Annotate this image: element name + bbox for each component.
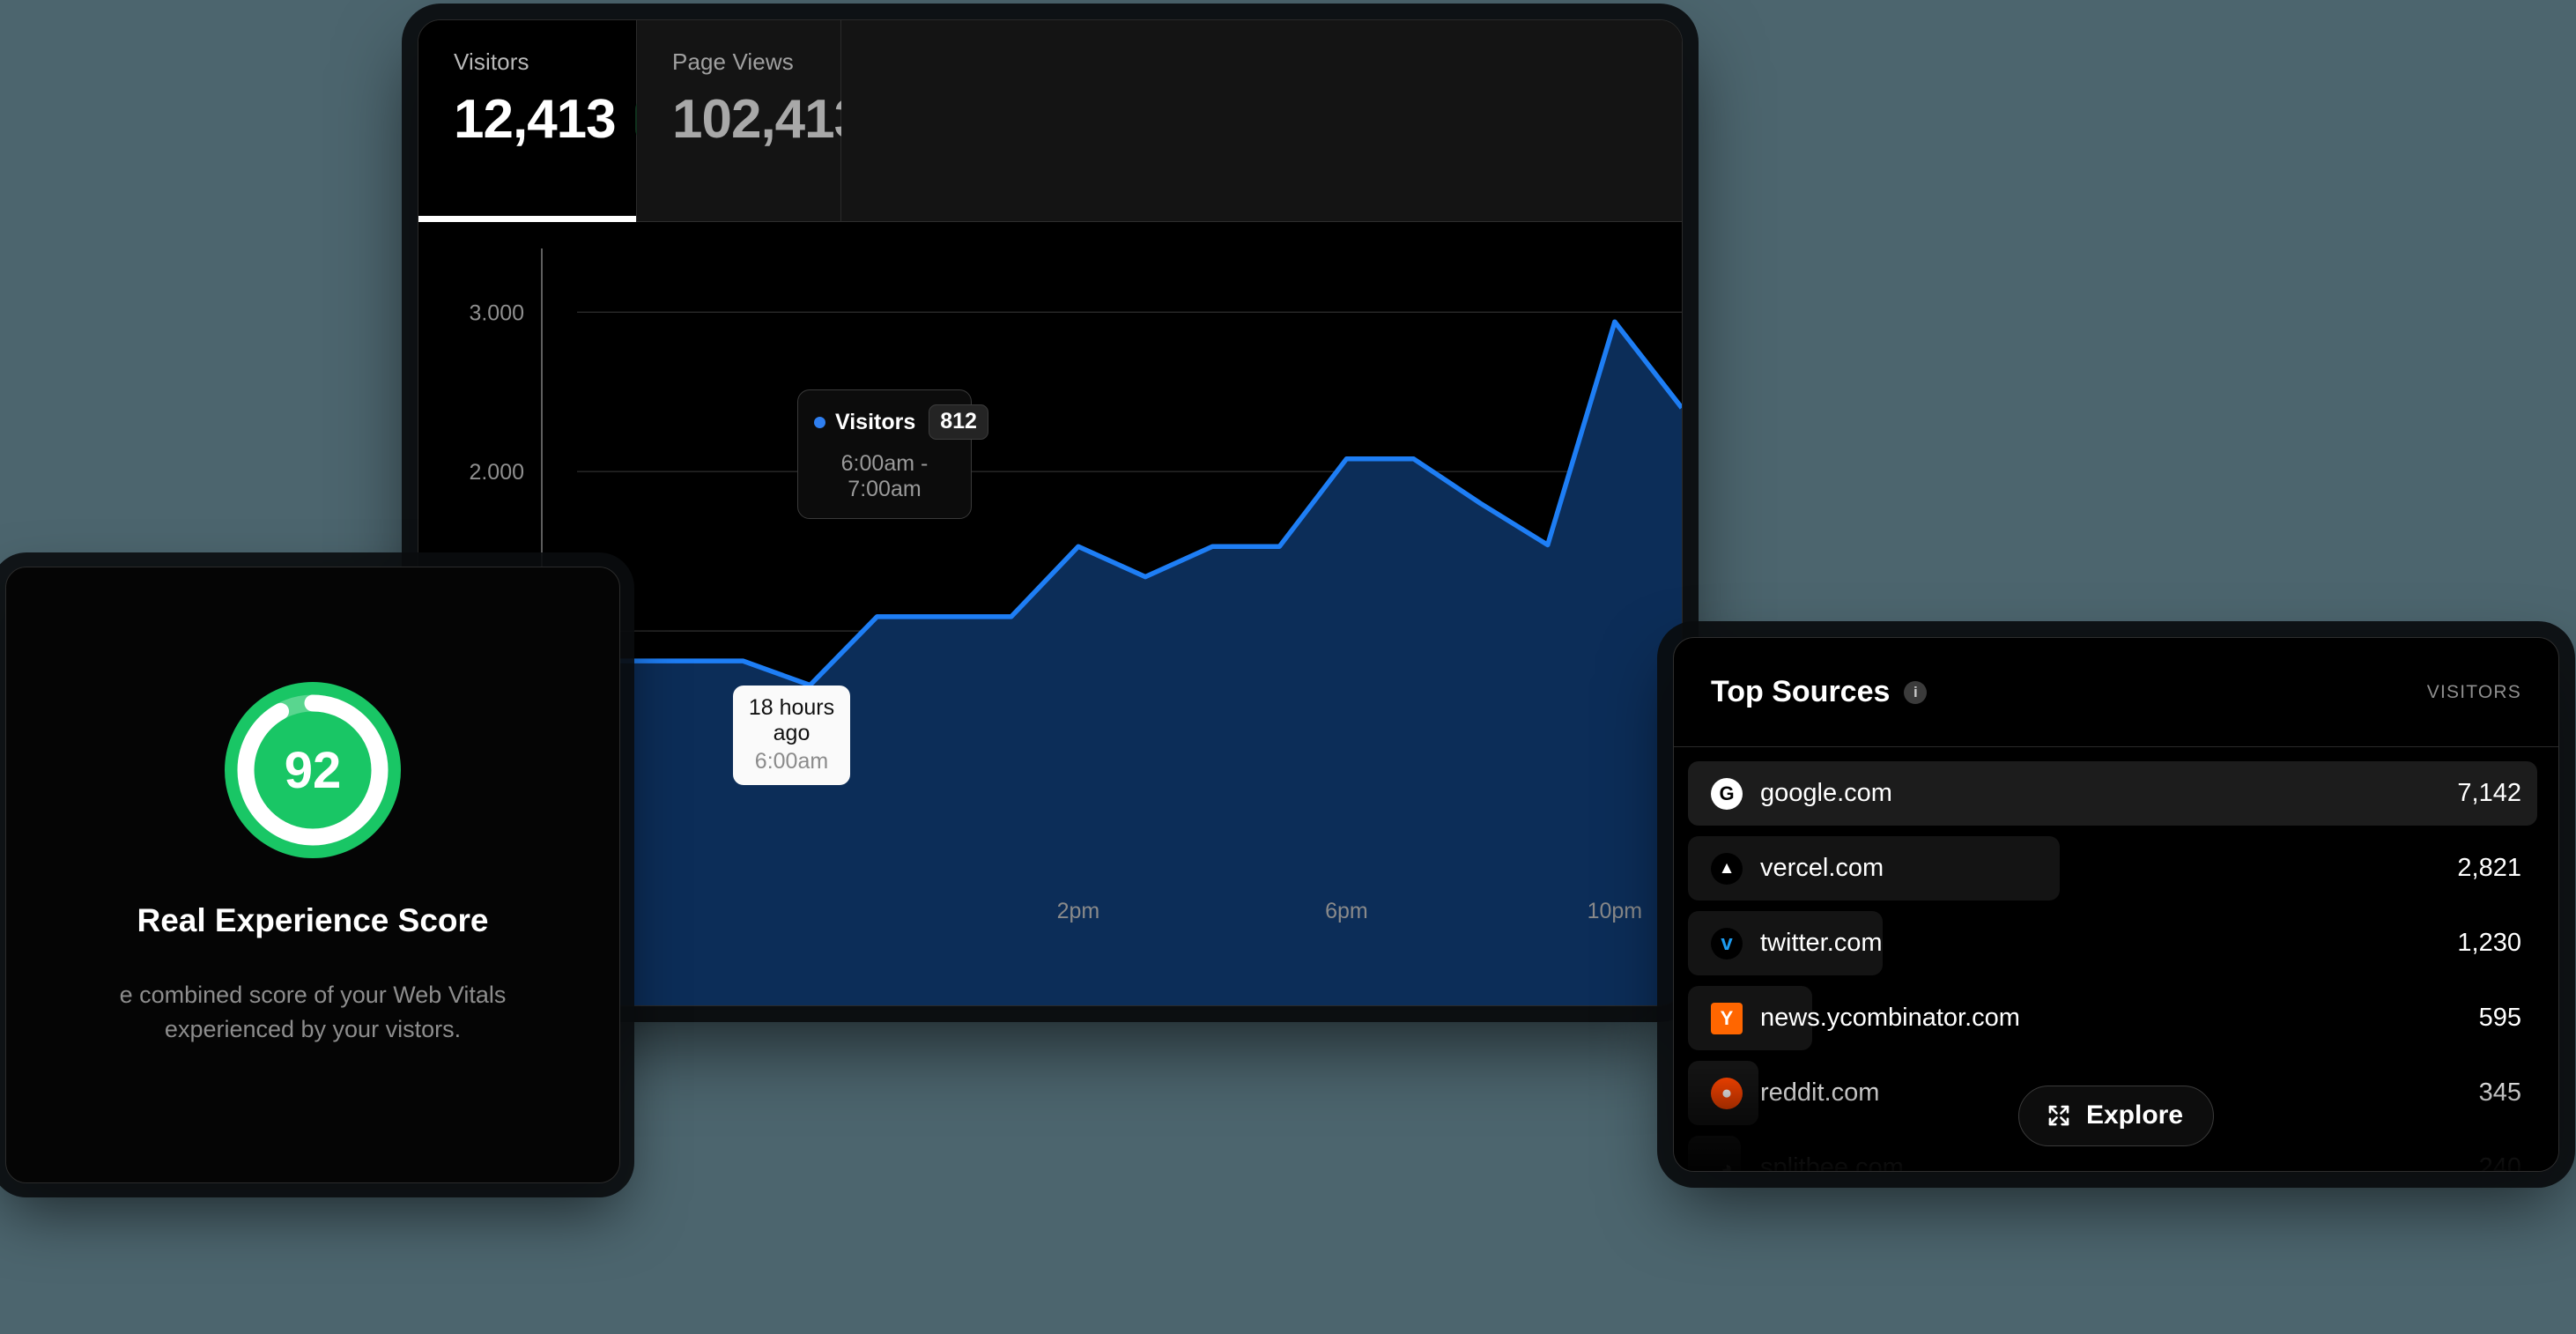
explore-button[interactable]: Explore xyxy=(2017,1086,2215,1146)
score-card-description: e combined score of your Web Vitals expe… xyxy=(119,982,507,1043)
source-visitors-value: 2,821 xyxy=(2457,854,2521,882)
svg-text:2pm: 2pm xyxy=(1057,899,1100,923)
source-visitors-value: 345 xyxy=(2478,1078,2521,1107)
score-card-title: Real Experience Score xyxy=(137,902,489,938)
source-name: splitbee.com xyxy=(1760,1153,1904,1172)
tooltip-series-dot-icon xyxy=(814,416,825,428)
source-row[interactable]: ᴠ twitter.com 1,230 xyxy=(1674,906,2558,981)
tooltip-series-value: 812 xyxy=(929,404,988,440)
chart-x-axis-tooltip: 18 hours ago 6:00am xyxy=(733,686,850,785)
source-row[interactable]: ▲ vercel.com 2,821 xyxy=(1674,831,2558,906)
tab-visitors-valuerow: 12,413 +20% xyxy=(454,88,714,151)
tab-visitors[interactable]: Visitors 12,413 +20% xyxy=(418,20,714,222)
source-visitors-value: 1,230 xyxy=(2457,929,2521,957)
tooltip-series-name: Visitors xyxy=(835,409,916,434)
source-name: news.ycombinator.com xyxy=(1760,1004,2020,1032)
top-sources-column-header: VISITORS xyxy=(2426,681,2521,702)
top-sources-title: Top Sources xyxy=(1711,675,1891,708)
svg-text:3.000: 3.000 xyxy=(469,300,524,325)
tab-page-views-valuerow: 102,413 +53% xyxy=(672,88,963,151)
source-name: twitter.com xyxy=(1760,929,1883,957)
top-sources-card: Top Sources i VISITORS Ggoogle.com 7,142 ▲… xyxy=(1673,637,2559,1172)
x-tooltip-relative-time: 18 hours ago xyxy=(748,695,835,745)
top-sources-header: Top Sources i VISITORS xyxy=(1674,638,2558,747)
vercel-icon: ▲ xyxy=(1711,852,1743,885)
reddit-icon: ● xyxy=(1711,1077,1743,1109)
screenshot-stage: Visitors 12,413 +20% Page Views 102,413 … xyxy=(0,0,2576,1334)
tab-empty-slot[interactable] xyxy=(841,20,1682,221)
score-value: 92 xyxy=(284,741,342,799)
chart-hover-tooltip: Visitors 812 6:00am - 7:00am xyxy=(797,389,988,519)
real-experience-score-card: 92 Real Experience Score e combined scor… xyxy=(5,567,620,1183)
svg-text:2.000: 2.000 xyxy=(469,460,524,485)
svg-text:10pm: 10pm xyxy=(1588,899,1643,923)
source-name: vercel.com xyxy=(1760,854,1884,882)
chart-y-axis-ticks: 3.000 2.000 xyxy=(469,300,524,485)
tab-visitors-value: 12,413 xyxy=(454,89,617,150)
source-name: reddit.com xyxy=(1760,1078,1880,1107)
source-visitors-value: 595 xyxy=(2478,1004,2521,1032)
tooltip-time-range: 6:00am - 7:00am xyxy=(840,451,929,501)
source-row[interactable]: Ggoogle.com 7,142 xyxy=(1674,756,2558,831)
metric-tab-strip: Visitors 12,413 +20% Page Views 102,413 … xyxy=(418,20,1682,222)
tab-visitors-label: Visitors xyxy=(454,48,529,75)
svg-text:6pm: 6pm xyxy=(1325,899,1368,923)
ycombinator-icon: Y xyxy=(1711,1002,1743,1034)
tooltip-series-row: Visitors 812 xyxy=(814,404,988,440)
source-name: google.com xyxy=(1760,779,1892,807)
tab-page-views[interactable]: Page Views 102,413 +53% xyxy=(637,20,963,221)
score-gauge: 92 xyxy=(225,682,401,858)
x-tooltip-absolute-time: 6:00am xyxy=(754,749,829,774)
source-visitors-value: 7,142 xyxy=(2457,779,2521,807)
source-visitors-value: 240 xyxy=(2478,1153,2521,1172)
source-row[interactable]: Ynews.ycombinator.com 595 xyxy=(1674,981,2558,1056)
twitter-icon: ᴠ xyxy=(1711,927,1743,960)
tab-page-views-value: 102,413 xyxy=(672,89,864,150)
explore-button-label: Explore xyxy=(2085,1101,2184,1130)
expand-icon xyxy=(2048,1105,2069,1126)
google-icon: G xyxy=(1711,777,1743,810)
tab-page-views-label: Page Views xyxy=(672,48,794,75)
info-icon[interactable]: i xyxy=(1904,680,1928,704)
chart-area-series xyxy=(542,319,1682,1005)
